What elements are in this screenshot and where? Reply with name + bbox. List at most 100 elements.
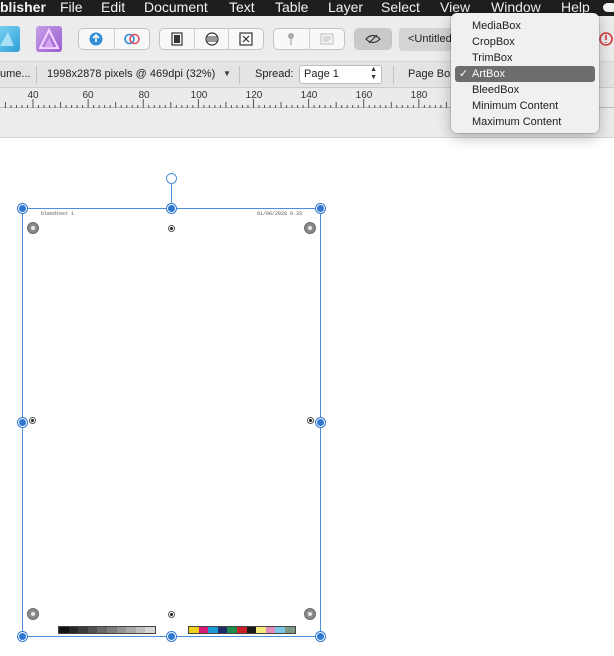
- crosshair-target-icon: [29, 417, 36, 424]
- menu-edit[interactable]: Edit: [101, 0, 125, 16]
- color-swatch: [59, 627, 69, 633]
- document-label[interactable]: ume...: [0, 68, 31, 80]
- menu-item-label: CropBox: [472, 36, 515, 48]
- menu-text[interactable]: Text: [229, 0, 255, 16]
- separator: [393, 66, 394, 84]
- color-swatch: [145, 627, 155, 633]
- checkmark-icon: ✓: [459, 68, 469, 80]
- text-frame-icon[interactable]: [310, 29, 345, 49]
- preview-icon[interactable]: [355, 29, 391, 49]
- color-swatch: [116, 627, 127, 633]
- rotation-handle[interactable]: [166, 173, 177, 184]
- menu-item-bleedbox[interactable]: BleedBox: [451, 82, 599, 98]
- menu-item-label: ArtBox: [472, 68, 506, 80]
- ruler-label: 100: [190, 90, 208, 101]
- cloud-icon[interactable]: [603, 3, 614, 12]
- slug-right-text: 01/06/2020 9.33: [256, 211, 302, 217]
- resize-handle-top[interactable]: [167, 204, 176, 213]
- spread-select[interactable]: Page 1 ▲ ▼: [299, 65, 382, 84]
- color-swatch: [227, 627, 237, 633]
- menu-item-label: Minimum Content: [472, 100, 559, 112]
- share-group: [78, 28, 150, 50]
- resize-handle-bottom-right[interactable]: [316, 632, 325, 641]
- menu-item-label: TrimBox: [472, 52, 513, 64]
- color-swatch: [189, 627, 199, 633]
- separator: [36, 66, 37, 84]
- crosshair-target-icon: [307, 417, 314, 424]
- ruler-label: 40: [27, 90, 39, 101]
- ruler-label: 160: [355, 90, 373, 101]
- spread-value: Page 1: [304, 68, 339, 80]
- ruler-label: 80: [138, 90, 150, 101]
- grayscale-bar: [58, 626, 156, 634]
- color-swatch: [208, 627, 218, 633]
- app-menu[interactable]: blisher: [0, 0, 46, 16]
- color-swatch: [68, 627, 79, 633]
- menu-item-maximum-content[interactable]: Maximum Content: [451, 114, 599, 130]
- page-icon[interactable]: [160, 29, 195, 49]
- menu-document[interactable]: Document: [144, 0, 208, 16]
- alert-icon[interactable]: [599, 32, 613, 46]
- menu-select[interactable]: Select: [381, 0, 420, 16]
- view-mode-group: [159, 28, 264, 50]
- color-swatch: [246, 627, 257, 633]
- ruler-label: 180: [410, 90, 428, 101]
- separator: [239, 66, 240, 84]
- menu-item-minimum-content[interactable]: Minimum Content: [451, 98, 599, 114]
- menu-item-mediabox[interactable]: MediaBox: [451, 18, 599, 34]
- registration-mark-icon: [27, 608, 39, 620]
- registration-mark-icon: [304, 608, 316, 620]
- color-swatch: [126, 627, 136, 633]
- crosshair-target-icon: [168, 225, 175, 232]
- document-title[interactable]: <Untitled: [399, 28, 459, 51]
- affinity-link-icon[interactable]: [115, 29, 150, 49]
- menu-table[interactable]: Table: [275, 0, 308, 16]
- color-swatch: [284, 627, 295, 633]
- page-box-dropdown: MediaBox CropBox TrimBox ✓ ArtBox BleedBo…: [451, 13, 599, 133]
- color-swatch: [106, 627, 117, 633]
- resize-handle-top-right[interactable]: [316, 204, 325, 213]
- spread-label: Spread:: [255, 68, 294, 80]
- ruler-label: 120: [245, 90, 263, 101]
- slug-left-text: bleedtest 1: [41, 211, 75, 217]
- resize-handle-top-left[interactable]: [18, 204, 27, 213]
- menu-item-label: BleedBox: [472, 84, 520, 96]
- color-swatch: [198, 627, 209, 633]
- spread-icon[interactable]: [195, 29, 230, 49]
- preview-group: [354, 28, 392, 50]
- resize-handle-bottom-left[interactable]: [18, 632, 27, 641]
- color-swatch: [78, 627, 88, 633]
- document-page[interactable]: bleedtest 1 01/06/2020 9.33: [22, 208, 321, 637]
- color-swatch: [265, 627, 276, 633]
- resize-handle-right[interactable]: [316, 418, 325, 427]
- share-icon[interactable]: [79, 29, 115, 49]
- ruler-label: 60: [82, 90, 94, 101]
- registration-mark-icon: [304, 222, 316, 234]
- designer-persona-icon[interactable]: [0, 26, 20, 52]
- color-swatch: [135, 627, 146, 633]
- menu-item-label: Maximum Content: [472, 116, 562, 128]
- color-swatch: [236, 627, 247, 633]
- color-swatch: [87, 627, 98, 633]
- chevron-down-icon[interactable]: ▼: [223, 69, 231, 78]
- insert-group: [273, 28, 345, 50]
- menu-item-cropbox[interactable]: CropBox: [451, 34, 599, 50]
- stepper-arrows-icon[interactable]: ▲ ▼: [370, 66, 377, 82]
- menu-file[interactable]: File: [60, 0, 83, 16]
- ruler-label: 140: [300, 90, 318, 101]
- menu-item-artbox[interactable]: ✓ ArtBox: [455, 66, 595, 82]
- resize-handle-bottom[interactable]: [167, 632, 176, 641]
- pin-icon[interactable]: [274, 29, 310, 49]
- menu-layer[interactable]: Layer: [328, 0, 363, 16]
- crosshair-target-icon: [168, 611, 175, 618]
- menu-item-label: MediaBox: [472, 20, 521, 32]
- color-swatch: [217, 627, 228, 633]
- master-icon[interactable]: [229, 29, 263, 49]
- publisher-persona-icon[interactable]: [36, 26, 62, 52]
- document-size-info[interactable]: 1998x2878 pixels @ 469dpi (32%): [47, 68, 215, 80]
- color-swatch: [275, 627, 285, 633]
- color-swatch: [256, 627, 266, 633]
- menu-item-trimbox[interactable]: TrimBox: [451, 50, 599, 66]
- color-swatch: [97, 627, 107, 633]
- resize-handle-left[interactable]: [18, 418, 27, 427]
